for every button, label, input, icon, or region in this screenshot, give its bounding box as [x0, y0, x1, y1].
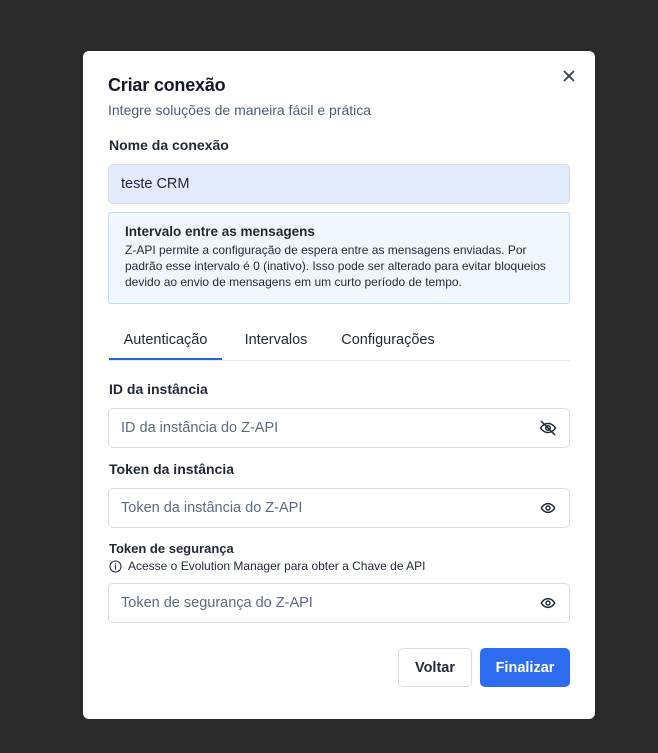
back-button[interactable]: Voltar [398, 648, 472, 687]
instance-token-placeholder: Token da instância do Z-API [121, 500, 303, 516]
security-token-hint-text: Acesse o Evolution Manager para obter a … [128, 559, 426, 573]
connection-name-label: Nome da conexão [109, 137, 229, 153]
dialog-subtitle: Integre soluções de maneira fácil e prát… [108, 102, 372, 118]
info-icon [109, 559, 122, 573]
info-box-text: Z-API permite a configuração de espera e… [125, 243, 546, 289]
toggle-visibility-button[interactable] [539, 419, 557, 437]
connection-name-value: teste CRM [121, 176, 190, 192]
instance-token-input[interactable]: Token da instância do Z-API [108, 488, 570, 528]
security-token-hint: Acesse o Evolution Manager para obter a … [109, 559, 426, 573]
toggle-visibility-button[interactable] [539, 594, 557, 612]
create-connection-dialog: Criar conexão Integre soluções de maneir… [83, 51, 595, 719]
close-button[interactable] [561, 68, 577, 84]
info-box-title: Intervalo entre as mensagens [125, 224, 315, 239]
finish-button[interactable]: Finalizar [480, 648, 570, 687]
security-token-placeholder: Token de segurança do Z-API [121, 595, 313, 611]
eye-icon [540, 502, 556, 514]
security-token-input[interactable]: Token de segurança do Z-API [108, 583, 570, 623]
instance-id-placeholder: ID da instância do Z-API [121, 420, 279, 436]
eye-icon [540, 597, 556, 609]
tab-intervals[interactable]: Intervalos [230, 321, 322, 359]
tab-bar: Autenticação Intervalos Configurações [108, 321, 570, 361]
interval-info-box: Intervalo entre as mensagens Z-API permi… [108, 212, 570, 304]
instance-id-input[interactable]: ID da instância do Z-API [108, 408, 570, 448]
instance-token-label: Token da instância [109, 461, 234, 477]
toggle-visibility-button[interactable] [539, 499, 557, 517]
security-token-label: Token de segurança [109, 541, 234, 556]
connection-name-input[interactable]: teste CRM [108, 164, 570, 204]
eye-off-icon [539, 420, 557, 436]
tab-authentication[interactable]: Autenticação [109, 321, 222, 360]
close-icon [563, 70, 575, 82]
instance-id-label: ID da instância [109, 381, 208, 397]
tab-settings[interactable]: Configurações [330, 321, 446, 359]
dialog-title: Criar conexão [108, 75, 226, 95]
